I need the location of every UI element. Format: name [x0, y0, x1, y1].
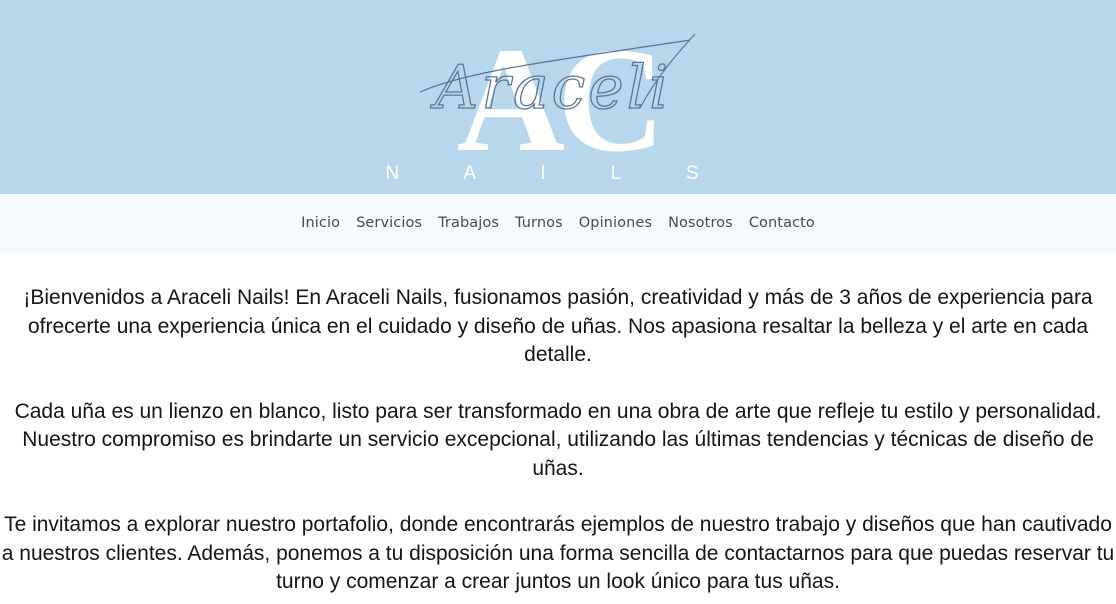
invitation-paragraph: Te invitamos a explorar nuestro portafol…: [1, 513, 1115, 593]
nav-item-inicio[interactable]: Inicio: [293, 215, 348, 231]
welcome-paragraph: ¡Bienvenidos a Araceli Nails! En Araceli…: [23, 286, 1093, 366]
logo-script: Araceli: [430, 53, 671, 123]
nav-item-servicios[interactable]: Servicios: [348, 215, 430, 231]
nav-item-turnos[interactable]: Turnos: [507, 215, 571, 231]
nav-item-nosotros[interactable]: Nosotros: [660, 215, 741, 231]
logo-subtitle: N A I L S: [385, 163, 728, 184]
main-nav: Inicio Servicios Trabajos Turnos Opinion…: [0, 194, 1116, 252]
nav-item-trabajos[interactable]: Trabajos: [430, 215, 507, 231]
nav-item-contacto[interactable]: Contacto: [741, 215, 823, 231]
araceli-nails-logo[interactable]: AC Araceli N A I L S: [0, 0, 1116, 194]
philosophy-paragraph: Cada uña es un lienzo en blanco, listo p…: [14, 399, 1102, 480]
welcome-section: ¡Bienvenidos a Araceli Nails! En Araceli…: [0, 252, 1116, 597]
nav-item-opiniones[interactable]: Opiniones: [571, 215, 660, 231]
site-header: AC Araceli N A I L S: [0, 0, 1116, 194]
